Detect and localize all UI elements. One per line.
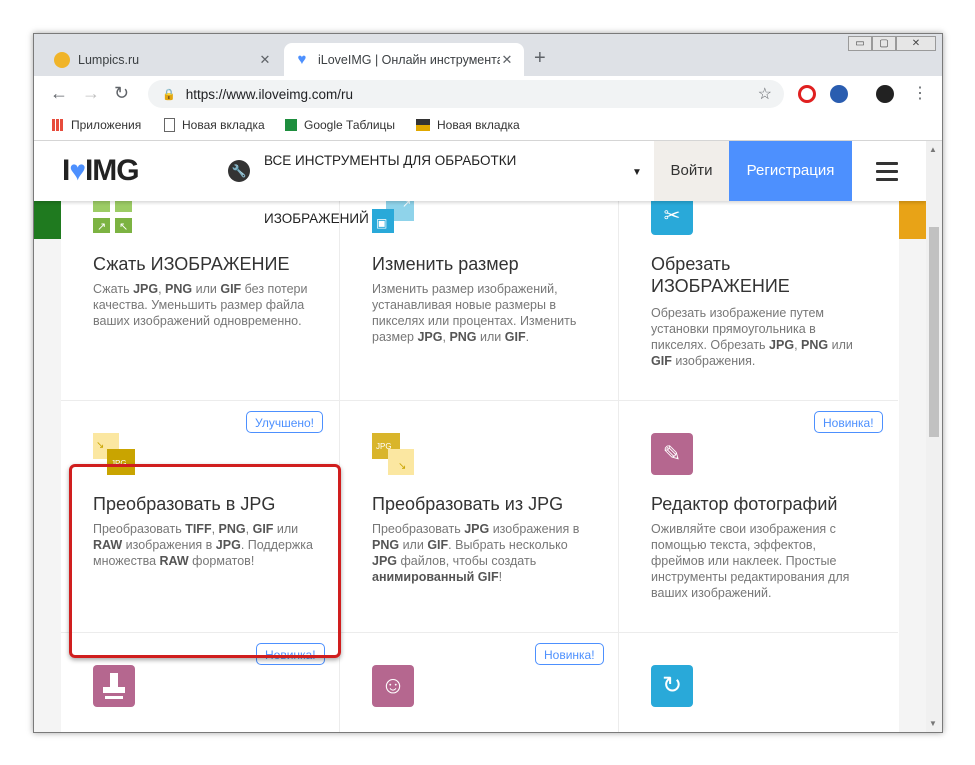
opera-extension-icon[interactable]	[798, 85, 816, 103]
card-title: Преобразовать из JPG	[372, 494, 564, 514]
page-viewport: I♥IMG 🔧 ВСЕ ИНСТРУМЕНТЫ ДЛЯ ОБРАБОТКИ ИЗ…	[34, 141, 926, 732]
tab-strip: Lumpics.ru ✕ ♥ iLoveIMG | Онлайн инструм…	[34, 34, 942, 76]
tool-card-convert-from-jpg[interactable]: JPG ↘ Преобразовать из JPG Преобразовать …	[340, 401, 619, 633]
tool-card-photo-editor[interactable]: Новинка! ✎ Редактор фотографий Оживляйте…	[619, 401, 898, 633]
maximize-button[interactable]: ▢	[872, 36, 896, 51]
login-button[interactable]: Войти	[654, 141, 729, 201]
scroll-up-arrow-icon[interactable]: ▲	[929, 145, 937, 154]
svg-text:↖: ↖	[119, 221, 128, 233]
bookmark-label: Google Таблицы	[304, 118, 396, 132]
card-description: Сжать JPG, PNG или GIF без потери качест…	[93, 282, 308, 328]
svg-text:↘: ↘	[398, 461, 406, 472]
card-description: Обрезать изображение путем установки пря…	[651, 306, 853, 368]
bookmark-new-tab-2[interactable]: Новая вкладка	[416, 118, 520, 132]
lumpics-favicon-icon	[54, 51, 70, 68]
heart-favicon-icon: ♥	[297, 50, 307, 68]
browser-window: Lumpics.ru ✕ ♥ iLoveIMG | Онлайн инструм…	[33, 33, 943, 733]
browser-toolbar: ← → ↻ 🔒 https://www.iloveimg.com/ru ☆ ⋮	[34, 76, 942, 112]
hamburger-menu-icon[interactable]	[876, 162, 898, 186]
tab-lumpics[interactable]: Lumpics.ru ✕	[44, 43, 282, 76]
image-icon	[416, 119, 430, 131]
back-arrow-icon[interactable]: ←	[50, 83, 68, 104]
menu-dots-icon[interactable]: ⋮	[912, 83, 928, 103]
svg-text:↘: ↘	[96, 440, 104, 451]
tab-iloveimg[interactable]: ♥ iLoveIMG | Онлайн инструмента ✕	[284, 43, 524, 76]
smiley-icon: ☺	[372, 665, 414, 707]
tab-title: iLoveIMG | Онлайн инструмента	[318, 52, 500, 67]
compress-icon: ↗ ↖	[93, 197, 135, 235]
svg-text:↗: ↗	[97, 221, 106, 233]
new-badge: Новинка!	[814, 411, 883, 433]
card-title: Обрезать ИЗОБРАЖЕНИЕ	[651, 254, 790, 296]
lock-icon: 🔒	[162, 88, 176, 101]
decorative-strip-right	[899, 201, 926, 239]
tool-card-meme[interactable]: Новинка! ☺	[340, 633, 619, 732]
bookmark-star-icon[interactable]: ☆	[758, 84, 772, 104]
pencil-icon: ✎	[651, 433, 693, 475]
bookmark-new-tab-1[interactable]: Новая вкладка	[164, 118, 265, 132]
card-description: Оживляйте свои изображения с помощью тек…	[651, 522, 850, 600]
bookmark-google-sheets[interactable]: Google Таблицы	[285, 118, 395, 132]
reload-icon[interactable]: ↻	[114, 83, 129, 104]
rotate-icon: ↻	[651, 665, 693, 707]
highlight-frame	[69, 464, 341, 658]
tool-card-rotate[interactable]: ↻	[619, 633, 898, 732]
address-bar[interactable]: 🔒 https://www.iloveimg.com/ru ☆	[148, 80, 784, 108]
close-window-button[interactable]: ✕	[896, 36, 936, 51]
tab-title: Lumpics.ru	[78, 52, 140, 67]
apps-grid-icon	[52, 119, 64, 131]
bookmarks-bar: Приложения Новая вкладка Google Таблицы …	[34, 112, 942, 141]
all-tools-menu[interactable]: ВСЕ ИНСТРУМЕНТЫ ДЛЯ ОБРАБОТКИ ИЗОБРАЖЕНИ…	[264, 141, 564, 248]
bookmark-label: Новая вкладка	[182, 118, 265, 132]
logo-text: IMG	[84, 154, 140, 187]
site-logo[interactable]: I♥IMG	[62, 154, 140, 188]
register-button[interactable]: Регистрация	[729, 141, 852, 201]
scissors-icon: ✂	[651, 197, 693, 235]
stamp-icon	[93, 665, 135, 707]
card-description: Преобразовать JPG изображения в PNG или …	[372, 522, 580, 584]
tools-grid: ↗ ↖ Сжать ИЗОБРАЖЕНИЕ Сжать JPG, PNG или …	[61, 197, 899, 732]
new-badge: Новинка!	[535, 643, 604, 665]
caret-down-icon[interactable]: ▼	[632, 167, 642, 178]
close-tab-icon[interactable]: ✕	[258, 52, 272, 68]
minimize-button[interactable]: ▭	[848, 36, 872, 51]
improved-badge: Улучшено!	[246, 411, 324, 433]
bookmark-label: Приложения	[71, 118, 142, 132]
close-tab-icon[interactable]: ✕	[500, 52, 514, 68]
bookmark-label: Новая вкладка	[437, 118, 520, 132]
url-text: https://www.iloveimg.com/ru	[185, 86, 354, 102]
globe-extension-icon[interactable]	[830, 85, 848, 103]
sheets-icon	[285, 119, 297, 131]
card-title: Редактор фотографий	[651, 494, 838, 514]
convert-from-jpg-icon: JPG ↘	[372, 433, 416, 477]
page-scrollbar[interactable]: ▲ ▼	[926, 141, 942, 732]
new-tab-button[interactable]: +	[534, 47, 546, 70]
avatar[interactable]	[876, 85, 894, 103]
scrollbar-thumb[interactable]	[929, 227, 939, 437]
tool-card-crop[interactable]: ✂ Обрезать ИЗОБРАЖЕНИЕ Обрезать изображе…	[619, 197, 898, 401]
card-title: Изменить размер	[372, 254, 519, 274]
bookmark-apps[interactable]: Приложения	[52, 118, 141, 132]
card-title: Сжать ИЗОБРАЖЕНИЕ	[93, 254, 290, 274]
forward-arrow-icon[interactable]: →	[82, 83, 100, 104]
heart-icon: ♥	[69, 155, 86, 186]
site-header: I♥IMG 🔧 ВСЕ ИНСТРУМЕНТЫ ДЛЯ ОБРАБОТКИ ИЗ…	[34, 141, 926, 226]
card-description: Изменить размер изображений, устанавлива…	[372, 282, 577, 344]
scroll-down-arrow-icon[interactable]: ▼	[929, 719, 937, 728]
page-icon	[164, 118, 175, 132]
wrench-icon[interactable]: 🔧	[228, 160, 250, 182]
decorative-strip-left	[34, 201, 61, 239]
